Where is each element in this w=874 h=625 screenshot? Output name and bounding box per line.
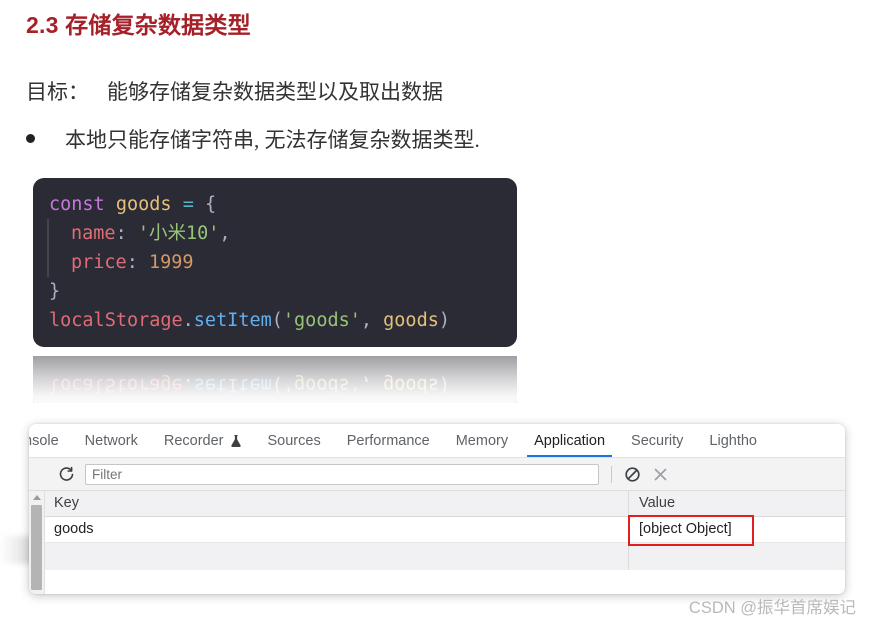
- code-snippet: const goods = { name: '小米10', price: 199…: [33, 178, 517, 347]
- scrollbar-thumb[interactable]: [31, 505, 42, 590]
- tab-lighthouse[interactable]: Lightho: [696, 424, 770, 457]
- scroll-up-arrow-icon[interactable]: [32, 495, 41, 500]
- code-token-argument: goods: [383, 374, 439, 395]
- delete-selected-icon[interactable]: [649, 463, 671, 485]
- clear-all-icon[interactable]: [621, 463, 643, 485]
- code-block-reflection: localStorage.setItem('goods', goods): [33, 356, 517, 412]
- code-token-number: 1999: [148, 252, 194, 273]
- tab-label: Recorder: [163, 432, 224, 449]
- code-token-argument: goods: [383, 310, 439, 331]
- tab-label: Application: [534, 432, 606, 449]
- bullet-item-label: 本地只能存储字符串, 无法存储复杂数据类型.: [65, 128, 480, 152]
- table-cell-key[interactable]: goods: [45, 517, 629, 542]
- tab-label: Security: [631, 432, 684, 449]
- code-token-comma: ,: [360, 374, 384, 395]
- column-header-key[interactable]: Key: [45, 491, 629, 516]
- code-line-4: }: [33, 277, 517, 306]
- table-header-row: Key Value: [45, 491, 845, 517]
- flask-icon: [230, 434, 242, 448]
- code-token-colon: :: [126, 252, 149, 273]
- page-title: 2.3 存储复杂数据类型: [26, 12, 251, 38]
- tab-memory[interactable]: Memory: [443, 424, 521, 457]
- code-token-brace: {: [204, 194, 217, 215]
- table-row-empty[interactable]: [45, 543, 845, 570]
- code-token-operator: =: [182, 194, 194, 215]
- tab-network[interactable]: Network: [72, 424, 151, 457]
- storage-body: Key Value goods [object Object]: [29, 491, 845, 594]
- goal-line: 目标： 能够存储复杂数据类型以及取出数据: [26, 76, 443, 106]
- code-line-5: localStorage.setItem('goods', goods): [33, 306, 517, 335]
- tab-label: Sources: [267, 432, 321, 449]
- storage-toolbar: [29, 458, 845, 491]
- code-line-3: price: 1999: [47, 248, 517, 277]
- watermark: CSDN @振华首席娱记: [688, 599, 856, 617]
- tab-sources[interactable]: Sources: [255, 424, 334, 457]
- tab-application[interactable]: Application: [521, 424, 618, 457]
- tab-label: nsole: [29, 432, 59, 449]
- code-token-comma: ,: [219, 223, 231, 244]
- code-token-string: '小米10': [137, 223, 220, 244]
- storage-table: Key Value goods [object Object]: [45, 491, 845, 594]
- code-block: const goods = { name: '小米10', price: 199…: [33, 178, 517, 347]
- goal-text: 能够存储复杂数据类型以及取出数据: [107, 80, 443, 104]
- code-reflection-line: localStorage.setItem('goods', goods): [33, 370, 517, 399]
- code-block-reflection-inner: localStorage.setItem('goods', goods): [33, 356, 517, 403]
- code-token-dot: .: [182, 374, 194, 395]
- tab-label: Memory: [455, 432, 509, 449]
- goal-label: 目标：: [26, 80, 89, 104]
- column-header-value[interactable]: Value: [629, 491, 845, 516]
- table-cell-value[interactable]: [object Object]: [629, 517, 845, 542]
- code-token-function: setItem: [193, 374, 272, 395]
- code-token-paren: ): [438, 310, 450, 331]
- devtools-tab-strip[interactable]: nsole Network Recorder Sources Performan…: [29, 424, 845, 458]
- tab-security[interactable]: Security: [618, 424, 696, 457]
- refresh-icon[interactable]: [55, 463, 77, 485]
- tab-console[interactable]: nsole: [29, 424, 72, 457]
- code-token-string: 'goods': [282, 310, 361, 331]
- code-token-colon: :: [115, 223, 138, 244]
- code-token-function: setItem: [193, 310, 272, 331]
- table-row[interactable]: goods [object Object]: [45, 517, 845, 543]
- code-token-string: 'goods': [282, 374, 361, 395]
- code-token-variable: goods: [115, 194, 172, 215]
- tab-performance[interactable]: Performance: [334, 424, 443, 457]
- bullet-list-item: 本地只能存储字符串, 无法存储复杂数据类型.: [26, 124, 480, 154]
- table-cell-value-empty[interactable]: [629, 543, 845, 570]
- bullet-dot-icon: [26, 134, 35, 143]
- code-token-keyword: const: [49, 194, 105, 215]
- code-line-2: name: '小米10',: [47, 219, 517, 248]
- code-token-comma: ,: [360, 310, 384, 331]
- code-token-object: localStorage: [49, 310, 183, 331]
- vertical-scrollbar[interactable]: [29, 491, 45, 594]
- table-cell-key-empty[interactable]: [45, 543, 629, 570]
- code-token-property: name: [71, 223, 116, 244]
- code-line-1: const goods = {: [33, 190, 517, 219]
- code-token-brace: }: [49, 281, 61, 302]
- toolbar-divider: [611, 465, 612, 483]
- tab-label: Performance: [346, 432, 430, 449]
- code-token-property: price: [71, 252, 127, 273]
- code-token-paren: (: [271, 374, 283, 395]
- tab-recorder[interactable]: Recorder: [151, 424, 255, 457]
- tab-label: Lightho: [709, 432, 757, 449]
- devtools-panel: nsole Network Recorder Sources Performan…: [29, 424, 845, 594]
- tab-label: Network: [84, 432, 138, 449]
- code-token-dot: .: [182, 310, 194, 331]
- code-token-paren: ): [438, 374, 450, 395]
- code-token-paren: (: [271, 310, 283, 331]
- filter-input[interactable]: [85, 463, 599, 485]
- code-token-object: localStorage: [49, 374, 183, 395]
